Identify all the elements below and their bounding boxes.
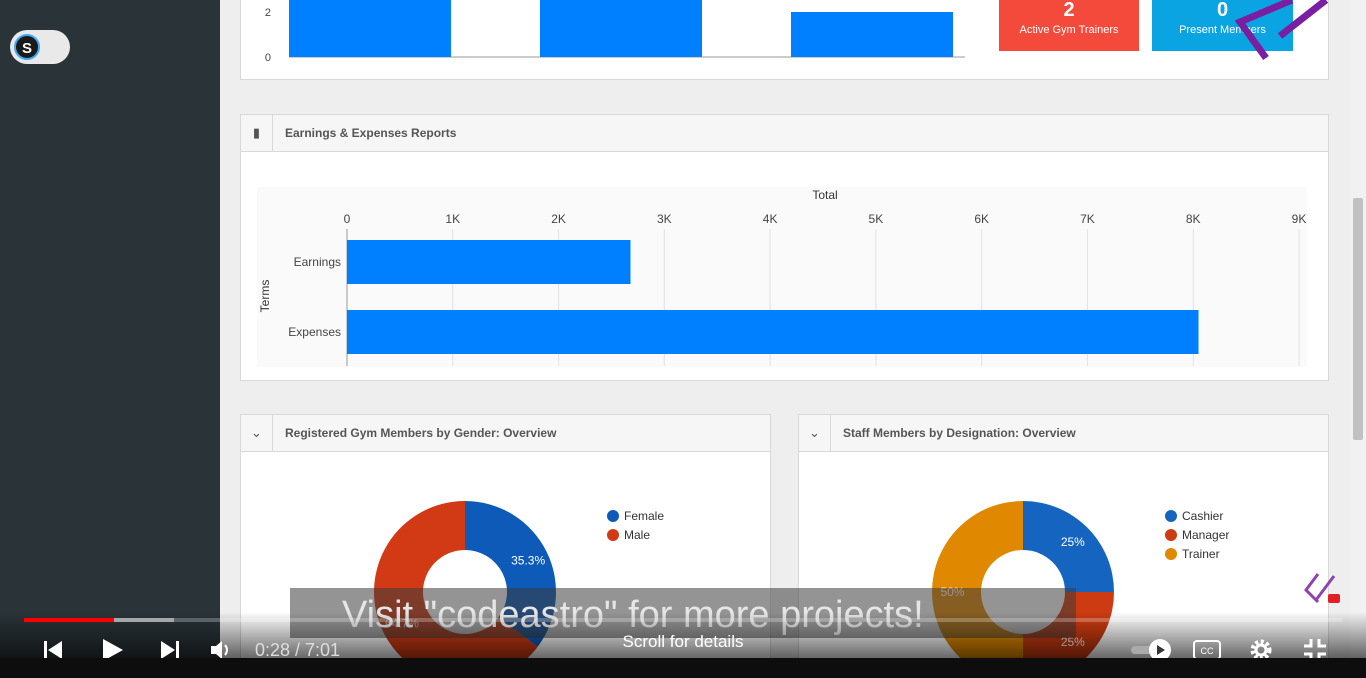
top-bar-3 [791,12,953,57]
chevron-down-icon[interactable]: ⌄ [799,415,831,451]
earnings-expenses-chart: Total Terms 0 1K 2K 3K 4K 5K 6K 7K 8K 9K Earnings… [257,187,1307,367]
legend-marker [1165,529,1177,541]
played-bar [24,618,114,622]
x-tick-label: 0 [344,212,351,226]
scrollbar-thumb[interactable] [1353,198,1363,440]
x-tick-label: 8K [1186,212,1201,226]
page-scrollbar[interactable] [1350,0,1366,678]
top-chart-panel: 2 0 2 Active Gym Trainers 0 Present Memb… [240,0,1329,80]
chart-title: Total [812,188,837,202]
staff-panel-title: Staff Members by Designation: Overview [843,426,1076,440]
top-bar-2 [540,0,702,57]
captions-icon[interactable]: CC [1193,640,1221,660]
chevron-down-icon[interactable]: ⌄ [241,415,273,451]
legend-marker [1165,548,1177,560]
slice-label: 25% [1061,535,1085,549]
gender-panel-title: Registered Gym Members by Gender: Overvi… [285,426,557,440]
x-tick-label: 9K [1292,212,1307,226]
legend-marker [607,529,619,541]
active-trainers-card[interactable]: 2 Active Gym Trainers [999,0,1139,51]
s-logo-icon: S [14,34,40,60]
y-tick-0: 0 [265,52,271,64]
x-tick-label: 6K [974,212,989,226]
sidebar: S [0,0,220,678]
legend-label: Female [624,509,664,523]
legend-label: Manager [1182,528,1229,542]
y-tick-2: 2 [265,7,271,19]
extension-toggle[interactable]: S [10,30,70,64]
slice-label: 35.3% [511,554,545,568]
scroll-hint-label: Scroll for details [622,632,744,651]
progress-bar[interactable] [24,618,1342,622]
svg-text:CC: CC [1201,646,1214,656]
x-tick-label: 7K [1080,212,1095,226]
top-bar-1 [289,0,451,57]
legend-label: Cashier [1182,509,1223,523]
dashboard-content: 2 0 2 Active Gym Trainers 0 Present Memb… [220,0,1350,678]
x-tick-label: 5K [869,212,884,226]
x-tick-label: 1K [445,212,460,226]
y-axis-label: Terms [258,280,272,313]
category-label: Earnings [294,255,341,269]
gender-panel-header: ⌄ Registered Gym Members by Gender: Over… [241,415,770,452]
x-tick-label: 4K [763,212,778,226]
staff-panel-header: ⌄ Staff Members by Designation: Overview [799,415,1328,452]
bottom-bar [0,658,1366,678]
brand-chevron-logo-icon [1234,0,1329,61]
x-tick-label: 3K [657,212,672,226]
x-tick-label: 2K [551,212,566,226]
codeastro-watermark-icon [1304,573,1340,604]
earnings-panel-header: ▮ Earnings & Expenses Reports [241,115,1328,152]
legend-marker [1165,510,1177,522]
active-trainers-count: 2 [1063,0,1075,21]
active-trainers-label: Active Gym Trainers [1019,24,1119,36]
document-icon: ▮ [241,115,273,151]
legend-label: Male [624,528,650,542]
earnings-panel-title: Earnings & Expenses Reports [285,126,457,140]
bar-expenses [347,310,1199,354]
legend-label: Trainer [1182,547,1220,561]
earnings-expenses-panel: ▮ Earnings & Expenses Reports Total Term… [240,114,1329,381]
category-label: Expenses [288,325,341,339]
legend-marker [607,510,619,522]
bar-earnings [347,240,631,284]
